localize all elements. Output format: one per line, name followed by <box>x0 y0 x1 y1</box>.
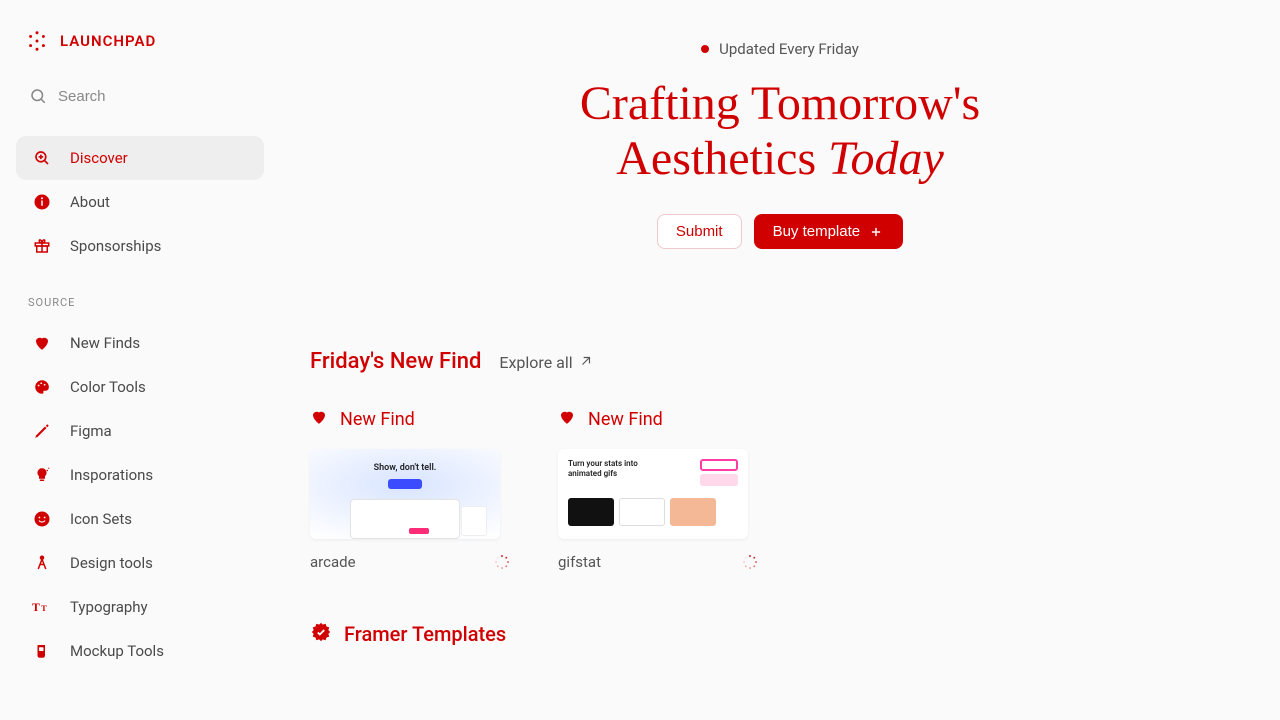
nav-label: Sponsorships <box>70 237 161 255</box>
main-content: Updated Every Friday Crafting Tomorrow's… <box>280 0 1280 720</box>
buy-template-button[interactable]: Buy template <box>754 214 904 249</box>
verified-badge-icon <box>310 621 332 647</box>
info-icon <box>32 192 52 212</box>
loading-spinner-icon <box>494 554 510 570</box>
card-footer: gifstat <box>558 553 758 571</box>
hero-section: Updated Every Friday Crafting Tomorrow's… <box>310 40 1250 249</box>
search-icon <box>28 86 48 106</box>
new-find-cards: New Find Show, don't tell. arcade New Fi… <box>310 408 1250 571</box>
plus-icon <box>868 224 884 240</box>
nav-item-design-tools[interactable]: Design tools <box>16 541 264 585</box>
buy-label: Buy template <box>773 223 861 240</box>
search-input[interactable] <box>58 88 252 105</box>
heart-icon <box>310 408 328 431</box>
nav-label: Design tools <box>70 554 153 572</box>
hero-title-line2b: Today <box>828 132 944 185</box>
hero-title-line2a: Aesthetics <box>616 132 828 185</box>
nav-label: Mockup Tools <box>70 642 164 660</box>
nav-item-new-finds[interactable]: New Finds <box>16 321 264 365</box>
section-title: Framer Templates <box>344 622 506 646</box>
nav-source: SOURCE New Finds Color Tools Figma Inspo… <box>16 290 264 673</box>
brand-name: LAUNCHPAD <box>60 32 156 50</box>
nav-label: Insporations <box>70 466 153 484</box>
nav-item-figma[interactable]: Figma <box>16 409 264 453</box>
update-tag: Updated Every Friday <box>701 40 859 58</box>
bulb-icon <box>32 465 52 485</box>
nav-source-heading: SOURCE <box>16 290 264 315</box>
smile-icon <box>32 509 52 529</box>
section-title: Friday's New Find <box>310 349 481 374</box>
pen-icon <box>32 421 52 441</box>
card-footer: arcade <box>310 553 510 571</box>
svg-text:T: T <box>32 601 40 614</box>
magnifier-plus-icon <box>32 148 52 168</box>
heart-icon <box>32 333 52 353</box>
hero-actions: Submit Buy template <box>657 214 903 249</box>
nav-item-discover[interactable]: Discover <box>16 136 264 180</box>
search-input-row[interactable] <box>16 78 264 114</box>
nav-item-color-tools[interactable]: Color Tools <box>16 365 264 409</box>
explore-all-link[interactable]: Explore all <box>499 353 592 372</box>
hero-title: Crafting Tomorrow's Aesthetics Today <box>580 76 980 186</box>
palette-icon <box>32 377 52 397</box>
card-name: arcade <box>310 553 356 571</box>
nav-label: About <box>70 193 110 211</box>
heart-icon <box>558 408 576 431</box>
badge-label: New Find <box>588 409 663 430</box>
gift-icon <box>32 236 52 256</box>
brand-logo[interactable]: LAUNCHPAD <box>16 24 264 58</box>
nav-item-typography[interactable]: TT Typography <box>16 585 264 629</box>
nav-label: New Finds <box>70 334 140 352</box>
nav-label: Figma <box>70 422 112 440</box>
sidebar: LAUNCHPAD Discover About Sponsorships <box>0 0 280 720</box>
nav-item-about[interactable]: About <box>16 180 264 224</box>
loading-spinner-icon <box>742 554 758 570</box>
type-icon: TT <box>32 597 52 617</box>
nav-item-mockup-tools[interactable]: Mockup Tools <box>16 629 264 673</box>
card-thumbnail: Turn your stats into animated gifs <box>558 449 748 539</box>
badge-label: New Find <box>340 409 415 430</box>
nav-label: Color Tools <box>70 378 146 396</box>
section-framer-header: Framer Templates <box>310 621 1250 647</box>
nav-primary: Discover About Sponsorships <box>16 136 264 268</box>
card-badge: New Find <box>310 408 510 431</box>
thumb-caption: Show, don't tell. <box>374 463 437 473</box>
card-name: gifstat <box>558 553 601 571</box>
nav-item-sponsorships[interactable]: Sponsorships <box>16 224 264 268</box>
section-new-find-header: Friday's New Find Explore all <box>310 349 1250 374</box>
nav-label: Typography <box>70 598 148 616</box>
explore-label: Explore all <box>499 353 572 372</box>
nav-label: Icon Sets <box>70 510 132 528</box>
hero-title-line1: Crafting Tomorrow's <box>580 77 980 130</box>
nav-label: Discover <box>70 149 128 167</box>
thumb-caption: Turn your stats into animated gifs <box>568 459 638 478</box>
status-dot-icon <box>701 45 709 53</box>
card-thumbnail: Show, don't tell. <box>310 449 500 539</box>
svg-text:T: T <box>41 604 47 613</box>
card-gifstat[interactable]: New Find Turn your stats into animated g… <box>558 408 758 571</box>
cup-icon <box>32 641 52 661</box>
nav-item-insporations[interactable]: Insporations <box>16 453 264 497</box>
nav-item-icon-sets[interactable]: Icon Sets <box>16 497 264 541</box>
submit-label: Submit <box>676 223 723 240</box>
arrow-up-right-icon <box>579 353 593 372</box>
card-arcade[interactable]: New Find Show, don't tell. arcade <box>310 408 510 571</box>
submit-button[interactable]: Submit <box>657 214 742 249</box>
card-badge: New Find <box>558 408 758 431</box>
brand-mark-icon <box>26 30 48 52</box>
update-label: Updated Every Friday <box>719 40 859 58</box>
compass-icon <box>32 553 52 573</box>
